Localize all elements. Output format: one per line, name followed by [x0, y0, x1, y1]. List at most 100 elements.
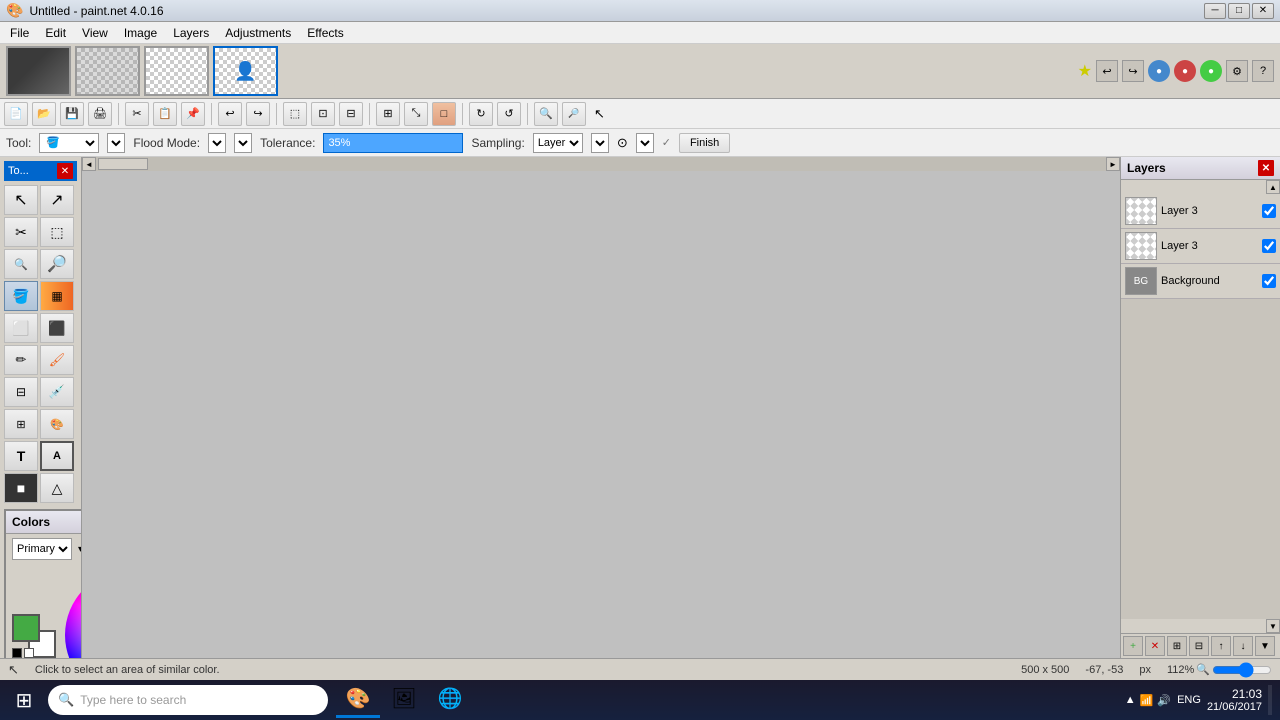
- menu-view[interactable]: View: [74, 24, 116, 42]
- sampling-dropdown[interactable]: ▾: [591, 133, 609, 153]
- h-scroll-thumb[interactable]: [98, 158, 148, 170]
- flood-mode-select[interactable]: ▾: [208, 133, 226, 153]
- tool-select[interactable]: 🪣: [39, 133, 99, 153]
- undo-btn[interactable]: ↩: [218, 102, 242, 126]
- thumbnail-1[interactable]: [6, 46, 71, 96]
- tool-eraser[interactable]: ⊟: [4, 377, 38, 407]
- save-btn[interactable]: 💾: [60, 102, 84, 126]
- layer-item-1[interactable]: Layer 3: [1121, 194, 1280, 229]
- tool-magic-select[interactable]: ⬚: [40, 217, 74, 247]
- finish-button[interactable]: Finish: [679, 133, 730, 153]
- tool-pan[interactable]: 🔎: [40, 249, 74, 279]
- invert-sel-btn[interactable]: ⊟: [339, 102, 363, 126]
- menu-adjustments[interactable]: Adjustments: [217, 24, 299, 42]
- tool-dropdown[interactable]: ▾: [107, 133, 125, 153]
- layer-item-3[interactable]: BG Background: [1121, 264, 1280, 299]
- flood-mode-type[interactable]: ▾: [234, 133, 252, 153]
- settings-icon[interactable]: ⚙: [1226, 60, 1248, 82]
- layer-visible-1[interactable]: [1262, 204, 1276, 218]
- thumbnail-4[interactable]: 👤: [213, 46, 278, 96]
- paste-btn[interactable]: 📌: [181, 102, 205, 126]
- tool-colorpicker[interactable]: 💉: [40, 377, 74, 407]
- title-controls[interactable]: ─ □ ✕: [1204, 3, 1274, 19]
- copy-btn[interactable]: 📋: [153, 102, 177, 126]
- menu-image[interactable]: Image: [116, 24, 165, 42]
- tool-recolor[interactable]: 🎨: [40, 409, 74, 439]
- tool-shape1[interactable]: ⬜: [4, 313, 38, 343]
- redo-icon[interactable]: ↪: [1122, 60, 1144, 82]
- print-btn[interactable]: 🖨: [88, 102, 112, 126]
- layers-up-arrow[interactable]: ▲: [1266, 180, 1280, 194]
- tool-zoom[interactable]: 🔍: [4, 249, 38, 279]
- history-icon[interactable]: ↩: [1096, 60, 1118, 82]
- fg-color-swatch[interactable]: [12, 614, 40, 642]
- thumbnail-2[interactable]: [75, 46, 140, 96]
- layers-up-btn[interactable]: ↑: [1211, 636, 1231, 656]
- tool-brush[interactable]: 🖌: [40, 345, 74, 375]
- crop-btn[interactable]: ⊞: [376, 102, 400, 126]
- color-wheel-container[interactable]: [60, 566, 82, 658]
- resize-btn[interactable]: ⤡: [404, 102, 428, 126]
- layers-down-btn[interactable]: ↓: [1233, 636, 1253, 656]
- open-btn[interactable]: 📂: [32, 102, 56, 126]
- menu-file[interactable]: File: [2, 24, 37, 42]
- show-desktop[interactable]: [1268, 685, 1272, 715]
- layer-visible-3[interactable]: [1262, 274, 1276, 288]
- tool-outline-text[interactable]: A: [40, 441, 74, 471]
- sampling-select[interactable]: Layer: [533, 133, 583, 153]
- taskbar-search[interactable]: 🔍 Type here to search: [48, 685, 328, 715]
- layers-add-btn[interactable]: +: [1123, 636, 1143, 656]
- tolerance-input[interactable]: [323, 133, 463, 153]
- deselect-btn[interactable]: ⊡: [311, 102, 335, 126]
- layer-visible-2[interactable]: [1262, 239, 1276, 253]
- tool-lasso[interactable]: ✂: [4, 217, 38, 247]
- select-all-btn[interactable]: ⬚: [283, 102, 307, 126]
- zoom-slider[interactable]: [1212, 662, 1272, 678]
- help-icon[interactable]: ?: [1252, 60, 1274, 82]
- layers-more-btn[interactable]: ▼: [1255, 636, 1275, 656]
- taskbar-app-browser[interactable]: 🌐: [428, 682, 472, 718]
- color-wheel[interactable]: [65, 570, 82, 658]
- tool-pencil[interactable]: ✏: [4, 345, 38, 375]
- tool-paintbucket[interactable]: 🪣: [4, 281, 38, 311]
- taskbar-app-photos[interactable]: 🖼: [382, 682, 426, 718]
- tool-triangle[interactable]: △: [40, 473, 74, 503]
- tray-arrow[interactable]: ▲: [1125, 694, 1136, 706]
- tool-text[interactable]: T: [4, 441, 38, 471]
- new-btn[interactable]: 📄: [4, 102, 28, 126]
- tool-stamp[interactable]: ⊞: [4, 409, 38, 439]
- minimize-button[interactable]: ─: [1204, 3, 1226, 19]
- tool-gradient[interactable]: ▦: [40, 281, 74, 311]
- maximize-button[interactable]: □: [1228, 3, 1250, 19]
- layers-duplicate-btn[interactable]: ⊞: [1167, 636, 1187, 656]
- primary-select[interactable]: Primary: [12, 538, 72, 560]
- menu-effects[interactable]: Effects: [299, 24, 351, 42]
- horizontal-scrollbar[interactable]: ◄ ►: [82, 157, 1120, 171]
- canvas-size-btn[interactable]: □: [432, 102, 456, 126]
- tool-move[interactable]: ↗: [40, 185, 74, 215]
- tool-arrow[interactable]: ↖: [4, 185, 38, 215]
- rotate-cw-btn[interactable]: ↻: [469, 102, 493, 126]
- tool-fill-rect[interactable]: ■: [4, 473, 38, 503]
- language-indicator[interactable]: ENG: [1177, 694, 1201, 706]
- rotate-ccw-btn[interactable]: ↺: [497, 102, 521, 126]
- scroll-left-arrow[interactable]: ◄: [82, 157, 96, 171]
- zoom-out-btn[interactable]: 🔎: [562, 102, 586, 126]
- layers-delete-btn[interactable]: ✕: [1145, 636, 1165, 656]
- sampling-icon-dropdown[interactable]: ▾: [636, 133, 654, 153]
- layer-item-2[interactable]: Layer 3: [1121, 229, 1280, 264]
- layers-merge-btn[interactable]: ⊟: [1189, 636, 1209, 656]
- close-button[interactable]: ✕: [1252, 3, 1274, 19]
- start-button[interactable]: ⊞: [4, 682, 44, 718]
- taskbar-app-paintnet[interactable]: 🎨: [336, 682, 380, 718]
- zoom-in-btn[interactable]: 🔍: [534, 102, 558, 126]
- redo-btn[interactable]: ↪: [246, 102, 270, 126]
- scroll-right-arrow[interactable]: ►: [1106, 157, 1120, 171]
- cut-btn[interactable]: ✂: [125, 102, 149, 126]
- cursor-icon[interactable]: ↖: [594, 106, 605, 122]
- toolbox-close[interactable]: ✕: [57, 163, 73, 179]
- menu-edit[interactable]: Edit: [37, 24, 74, 42]
- layers-close[interactable]: ✕: [1258, 160, 1274, 176]
- menu-layers[interactable]: Layers: [165, 24, 217, 42]
- thumbnail-3[interactable]: [144, 46, 209, 96]
